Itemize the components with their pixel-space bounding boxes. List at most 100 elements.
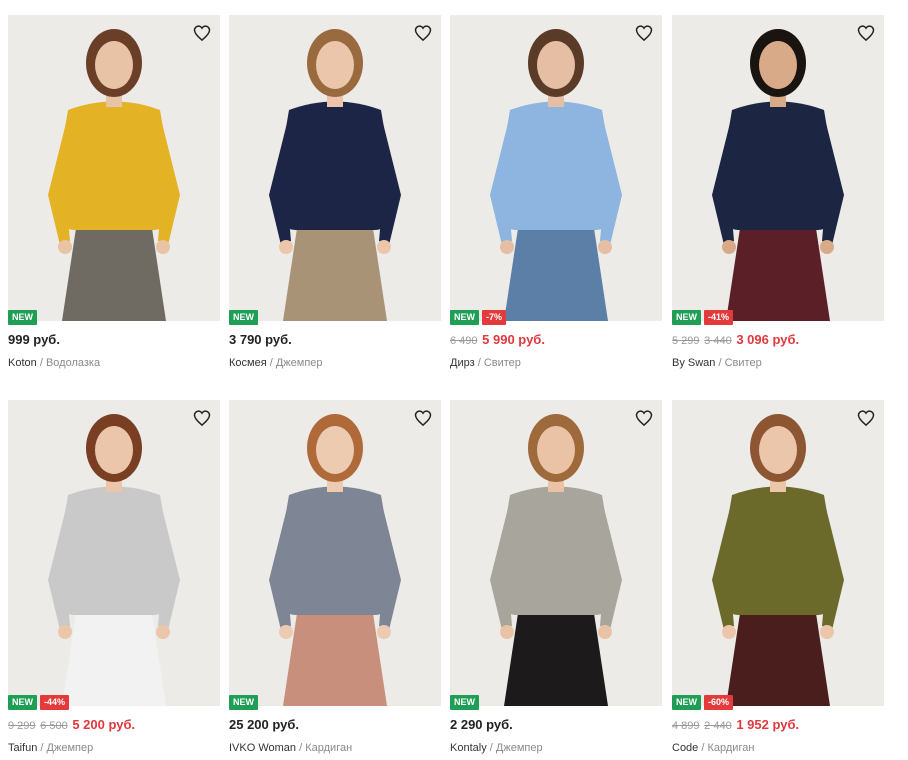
price-row: 3 790 руб. bbox=[229, 332, 292, 348]
current-price: 2 290 руб. bbox=[450, 717, 513, 732]
brand-name[interactable]: Космея bbox=[229, 357, 267, 369]
product-card[interactable]: NEW 25 200 руб. IVKO Woman / Кардиган bbox=[229, 400, 441, 760]
badges: NEW bbox=[8, 310, 37, 326]
current-price: 25 200 руб. bbox=[229, 717, 300, 732]
separator: / bbox=[40, 742, 44, 754]
brand-category[interactable]: Koton / Водолазка bbox=[8, 356, 100, 370]
product-photo[interactable] bbox=[8, 400, 220, 706]
brand-category[interactable]: Kontaly / Джемпер bbox=[450, 741, 543, 755]
old-price: 4 899 bbox=[672, 720, 700, 732]
brand-name[interactable]: By Swan bbox=[672, 357, 715, 369]
product-photo[interactable] bbox=[672, 400, 884, 706]
category-name[interactable]: Джемпер bbox=[276, 357, 323, 369]
badges: NEW -41% bbox=[672, 310, 734, 326]
badges: NEW bbox=[229, 310, 258, 326]
product-card[interactable]: NEW -60% 4 899 2 440 1 952 руб. Code / Кард… bbox=[672, 400, 884, 760]
old-price: 3 440 bbox=[704, 335, 732, 347]
product-photo[interactable] bbox=[672, 15, 884, 321]
product-grid: NEW 999 руб. Koton / Водолазка NEW 3 790 руб… bbox=[0, 0, 908, 759]
heart-outline-icon[interactable] bbox=[634, 408, 654, 428]
category-name[interactable]: Джемпер bbox=[47, 742, 94, 754]
product-photo[interactable] bbox=[229, 15, 441, 321]
brand-name[interactable]: IVKO Woman bbox=[229, 742, 296, 754]
old-price: 6 490 bbox=[450, 335, 478, 347]
brand-name[interactable]: Kontaly bbox=[450, 742, 487, 754]
brand-name[interactable]: Code bbox=[672, 742, 698, 754]
separator: / bbox=[489, 742, 493, 754]
category-name[interactable]: Свитер bbox=[725, 357, 762, 369]
product-photo[interactable] bbox=[450, 15, 662, 321]
separator: / bbox=[477, 357, 481, 369]
brand-name[interactable]: Дирз bbox=[450, 357, 475, 369]
new-badge: NEW bbox=[8, 695, 37, 710]
new-badge: NEW bbox=[229, 695, 258, 710]
new-badge: NEW bbox=[672, 695, 701, 710]
current-price: 5 990 руб. bbox=[482, 332, 545, 347]
brand-category[interactable]: By Swan / Свитер bbox=[672, 356, 762, 370]
separator: / bbox=[269, 357, 273, 369]
old-price: 5 299 bbox=[672, 335, 700, 347]
brand-name[interactable]: Koton bbox=[8, 357, 37, 369]
product-card[interactable]: NEW 2 290 руб. Kontaly / Джемпер bbox=[450, 400, 662, 760]
separator: / bbox=[701, 742, 705, 754]
price-row: 5 299 3 440 3 096 руб. bbox=[672, 332, 799, 349]
badges: NEW bbox=[229, 695, 258, 711]
heart-outline-icon[interactable] bbox=[192, 23, 212, 43]
badges: NEW bbox=[450, 695, 479, 711]
category-name[interactable]: Водолазка bbox=[46, 357, 100, 369]
new-badge: NEW bbox=[229, 310, 258, 325]
price-row: 9 299 6 500 5 200 руб. bbox=[8, 717, 135, 734]
current-price: 5 200 руб. bbox=[72, 717, 136, 732]
separator: / bbox=[39, 357, 43, 369]
heart-outline-icon[interactable] bbox=[856, 408, 876, 428]
product-card[interactable]: NEW -7% 6 490 5 990 руб. Дирз / Свитер bbox=[450, 15, 662, 375]
new-badge: NEW bbox=[8, 310, 37, 325]
separator: / bbox=[299, 742, 303, 754]
brand-category[interactable]: Дирз / Свитер bbox=[450, 356, 521, 370]
new-badge: NEW bbox=[450, 310, 479, 325]
product-card[interactable]: NEW -41% 5 299 3 440 3 096 руб. By Swan / С… bbox=[672, 15, 884, 375]
discount-badge: -7% bbox=[482, 310, 507, 325]
separator: / bbox=[718, 357, 722, 369]
discount-badge: -41% bbox=[704, 310, 734, 325]
heart-outline-icon[interactable] bbox=[413, 408, 433, 428]
current-price: 1 952 руб. bbox=[736, 717, 800, 732]
product-card[interactable]: NEW -44% 9 299 6 500 5 200 руб. Taifun / Дж… bbox=[8, 400, 220, 760]
price-row: 2 290 руб. bbox=[450, 717, 513, 733]
brand-name[interactable]: Taifun bbox=[8, 742, 37, 754]
product-card[interactable]: NEW 999 руб. Koton / Водолазка bbox=[8, 15, 220, 375]
badges: NEW -60% bbox=[672, 695, 734, 711]
product-photo[interactable] bbox=[229, 400, 441, 706]
badges: NEW -44% bbox=[8, 695, 70, 711]
new-badge: NEW bbox=[672, 310, 701, 325]
brand-category[interactable]: Taifun / Джемпер bbox=[8, 741, 93, 755]
heart-outline-icon[interactable] bbox=[192, 408, 212, 428]
heart-outline-icon[interactable] bbox=[634, 23, 654, 43]
new-badge: NEW bbox=[450, 695, 479, 710]
heart-outline-icon[interactable] bbox=[856, 23, 876, 43]
category-name[interactable]: Свитер bbox=[484, 357, 521, 369]
price-row: 4 899 2 440 1 952 руб. bbox=[672, 717, 799, 734]
product-photo[interactable] bbox=[450, 400, 662, 706]
category-name[interactable]: Кардиган bbox=[305, 742, 352, 754]
brand-category[interactable]: Code / Кардиган bbox=[672, 741, 754, 755]
discount-badge: -44% bbox=[40, 695, 70, 710]
price-row: 25 200 руб. bbox=[229, 717, 299, 733]
old-price: 6 500 bbox=[40, 720, 68, 732]
current-price: 3 096 руб. bbox=[736, 332, 800, 347]
category-name[interactable]: Кардиган bbox=[707, 742, 754, 754]
brand-category[interactable]: Космея / Джемпер bbox=[229, 356, 323, 370]
current-price: 999 руб. bbox=[8, 332, 60, 347]
discount-badge: -60% bbox=[704, 695, 734, 710]
old-price: 2 440 bbox=[704, 720, 732, 732]
product-card[interactable]: NEW 3 790 руб. Космея / Джемпер bbox=[229, 15, 441, 375]
price-row: 999 руб. bbox=[8, 332, 60, 348]
brand-category[interactable]: IVKO Woman / Кардиган bbox=[229, 741, 352, 755]
old-price: 9 299 bbox=[8, 720, 36, 732]
category-name[interactable]: Джемпер bbox=[496, 742, 543, 754]
current-price: 3 790 руб. bbox=[229, 332, 292, 347]
badges: NEW -7% bbox=[450, 310, 507, 326]
heart-outline-icon[interactable] bbox=[413, 23, 433, 43]
product-photo[interactable] bbox=[8, 15, 220, 321]
price-row: 6 490 5 990 руб. bbox=[450, 332, 545, 349]
